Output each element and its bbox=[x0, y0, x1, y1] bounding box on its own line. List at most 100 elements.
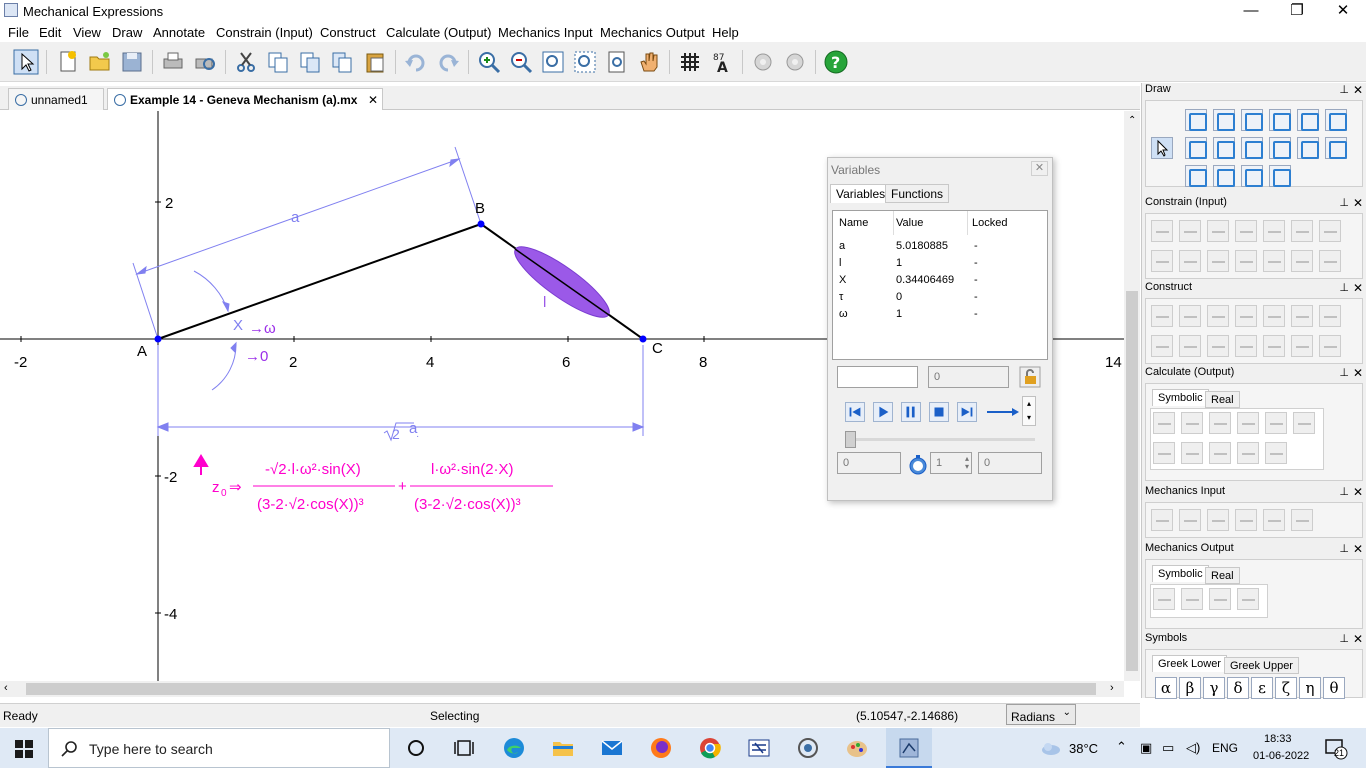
vertical-scrollbar[interactable]: ⌃ bbox=[1124, 111, 1140, 681]
network-icon[interactable]: ▣ bbox=[1140, 740, 1152, 756]
zoom-page-icon[interactable] bbox=[604, 49, 630, 75]
segment-tool-icon[interactable] bbox=[1241, 109, 1263, 131]
calc-slope-icon[interactable] bbox=[1265, 412, 1287, 434]
calc-radius-icon[interactable] bbox=[1181, 412, 1203, 434]
mech-mass-icon[interactable] bbox=[1207, 509, 1229, 531]
construct-trace-icon[interactable] bbox=[1319, 335, 1341, 357]
table-row-locked[interactable]: - bbox=[974, 240, 978, 252]
weather-temperature[interactable]: 38°C bbox=[1069, 741, 1098, 756]
close-icon[interactable]: ✕ bbox=[1353, 83, 1363, 97]
print-preview-icon[interactable] bbox=[192, 49, 218, 75]
circle-tool-icon[interactable] bbox=[1325, 109, 1347, 131]
chrome-icon[interactable] bbox=[698, 736, 722, 760]
volume-icon[interactable]: ◁) bbox=[1186, 740, 1200, 756]
tab-geneva-mechanism[interactable]: Example 14 - Geneva Mechanism (a).mx ✕ bbox=[107, 88, 383, 110]
windows-start-icon[interactable] bbox=[14, 739, 34, 759]
cut-icon[interactable] bbox=[233, 49, 259, 75]
tab-calc-real[interactable]: Real bbox=[1205, 391, 1240, 408]
mech-angular-velocity-icon[interactable] bbox=[1179, 509, 1201, 531]
pin-icon[interactable]: ⊥ bbox=[1339, 196, 1349, 209]
select-arrow-icon[interactable] bbox=[13, 49, 39, 75]
constrain-slope-icon[interactable] bbox=[1235, 250, 1257, 272]
paint-app-icon[interactable] bbox=[845, 736, 869, 760]
tab-greek-lower[interactable]: Greek Lower bbox=[1152, 655, 1227, 672]
construct-locus-icon[interactable] bbox=[1179, 335, 1201, 357]
print-icon[interactable] bbox=[160, 49, 186, 75]
menu-draw[interactable]: Draw bbox=[112, 25, 142, 40]
menu-calculate[interactable]: Calculate (Output) bbox=[386, 25, 492, 40]
close-icon[interactable]: ✕ bbox=[1353, 281, 1363, 295]
table-row-locked[interactable]: - bbox=[974, 291, 978, 303]
table-row-locked[interactable]: - bbox=[974, 308, 978, 320]
horizontal-scrollbar[interactable]: ‹ › bbox=[0, 681, 1124, 697]
skip-start-icon[interactable] bbox=[845, 402, 865, 422]
animation-slider-track[interactable] bbox=[845, 438, 1035, 441]
constrain-parallel-icon[interactable] bbox=[1291, 220, 1313, 242]
constrain-fix-icon[interactable] bbox=[1319, 250, 1341, 272]
table-row-name[interactable]: a bbox=[839, 240, 845, 252]
spline-tool-icon[interactable] bbox=[1325, 137, 1347, 159]
constrain-equal-icon[interactable] bbox=[1263, 250, 1285, 272]
construct-midpoint-icon[interactable] bbox=[1151, 305, 1173, 327]
symbol-beta[interactable]: β bbox=[1179, 677, 1201, 699]
construct-bisector-icon[interactable] bbox=[1235, 305, 1257, 327]
constrain-perpendicular-icon[interactable] bbox=[1263, 220, 1285, 242]
calc-curvature-icon[interactable] bbox=[1265, 442, 1287, 464]
image-tool-icon[interactable] bbox=[1213, 165, 1235, 187]
construct-perpendicular-icon[interactable] bbox=[1207, 305, 1229, 327]
construct-parallel-icon[interactable] bbox=[1263, 305, 1285, 327]
calc-coordinate-icon[interactable] bbox=[1293, 412, 1315, 434]
symbol-gamma[interactable]: γ bbox=[1203, 677, 1225, 699]
clock-date[interactable]: 01-06-2022 bbox=[1253, 750, 1309, 762]
pin-icon[interactable]: ⊥ bbox=[1339, 281, 1349, 294]
copy-icon[interactable] bbox=[265, 49, 291, 75]
symbol-theta[interactable]: θ bbox=[1323, 677, 1345, 699]
menu-file[interactable]: File bbox=[8, 25, 29, 40]
constrain-curve-icon[interactable] bbox=[1291, 250, 1313, 272]
tab-calc-symbolic[interactable]: Symbolic bbox=[1152, 389, 1209, 406]
language-indicator[interactable]: ENG bbox=[1212, 741, 1238, 755]
expression-input[interactable] bbox=[837, 366, 918, 388]
step-field[interactable]: 1 ▴ ▾ bbox=[930, 452, 972, 474]
clock-time[interactable]: 18:33 bbox=[1264, 733, 1292, 745]
taskbar-search-box[interactable]: Type here to search bbox=[48, 728, 390, 768]
arc-tool-icon[interactable] bbox=[1213, 137, 1235, 159]
line-tool-icon[interactable] bbox=[1213, 109, 1235, 131]
mech-torque-icon[interactable] bbox=[1291, 509, 1313, 531]
table-row-value[interactable]: 0 bbox=[896, 291, 902, 303]
constrain-tangent-icon[interactable] bbox=[1151, 250, 1173, 272]
new-file-icon[interactable] bbox=[55, 49, 81, 75]
geometry-app-icon[interactable] bbox=[796, 736, 820, 760]
table-row-locked[interactable]: - bbox=[974, 274, 978, 286]
expression-tool-icon[interactable] bbox=[1241, 165, 1263, 187]
symbol-epsilon[interactable]: ε bbox=[1251, 677, 1273, 699]
construct-offset-icon[interactable] bbox=[1291, 305, 1313, 327]
table-row-value[interactable]: 5.0180885 bbox=[896, 240, 948, 252]
help-icon[interactable]: ? bbox=[823, 49, 849, 75]
mech-velocity-input-icon[interactable] bbox=[1151, 509, 1173, 531]
construct-tangent-icon[interactable] bbox=[1319, 305, 1341, 327]
mech-inertia-icon[interactable] bbox=[1235, 509, 1257, 531]
calc-area-icon[interactable] bbox=[1153, 442, 1175, 464]
skip-end-icon[interactable] bbox=[957, 402, 977, 422]
constrain-length-icon[interactable] bbox=[1151, 220, 1173, 242]
table-row-name[interactable]: X bbox=[839, 274, 846, 286]
text-tool-icon[interactable] bbox=[1185, 165, 1207, 187]
table-row-value[interactable]: 1 bbox=[896, 257, 902, 269]
calc-length-icon[interactable] bbox=[1153, 412, 1175, 434]
mail-icon[interactable] bbox=[600, 736, 624, 760]
mech-acceleration-output-icon[interactable] bbox=[1181, 588, 1203, 610]
firefox-icon[interactable] bbox=[649, 736, 673, 760]
tab-greek-upper[interactable]: Greek Upper bbox=[1224, 657, 1299, 674]
direction-arrow-icon[interactable] bbox=[986, 406, 1020, 418]
settings-gear-icon[interactable] bbox=[750, 49, 776, 75]
mech-torque-output-icon[interactable] bbox=[1237, 588, 1259, 610]
chevron-up-icon[interactable]: ⌃ bbox=[1116, 739, 1127, 755]
tab-unnamed1[interactable]: unnamed1 bbox=[8, 88, 104, 110]
curve-tool-icon[interactable] bbox=[1241, 137, 1263, 159]
ray-tool-icon[interactable] bbox=[1269, 109, 1291, 131]
undo-icon[interactable] bbox=[403, 49, 429, 75]
zoom-fit-icon[interactable] bbox=[572, 49, 598, 75]
menu-constrain[interactable]: Constrain (Input) bbox=[216, 25, 313, 40]
tab-variables[interactable]: Variables bbox=[830, 184, 892, 203]
